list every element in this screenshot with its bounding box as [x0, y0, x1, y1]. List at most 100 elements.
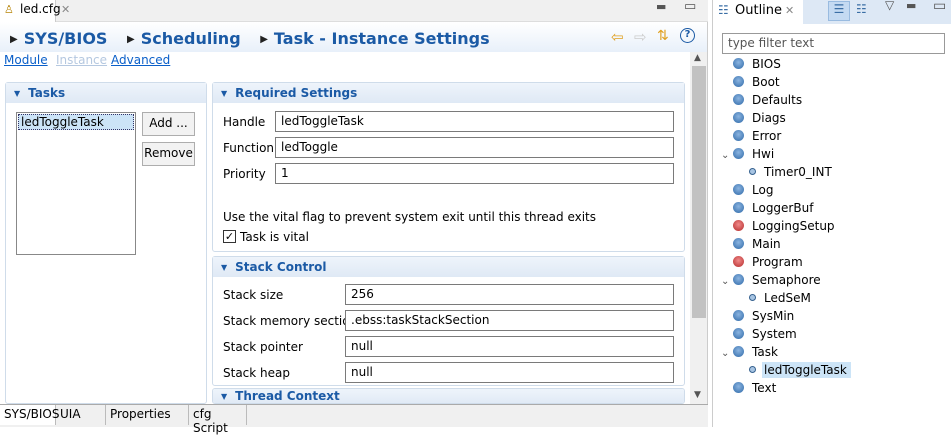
back-icon[interactable]: ⇦ [611, 28, 624, 46]
tab-cfg-script[interactable]: cfg Script [189, 405, 247, 435]
tree-item-label: LoggerBuf [752, 201, 814, 215]
tree-item-label: Timer0_INT [764, 165, 832, 179]
stack-size-label: Stack size [223, 288, 284, 302]
outline-tab[interactable]: ☷ Outline ✕ [713, 0, 803, 24]
tree-item-label: Error [752, 129, 782, 143]
tree-item[interactable]: Defaults [721, 93, 946, 111]
bottom-tabs: SYS/BIOS UIA Properties cfg Script [0, 404, 708, 435]
collapse-icon: ▼ [221, 89, 228, 98]
stack-heap-input[interactable]: null [345, 362, 674, 383]
module-icon [749, 366, 756, 373]
tree-item[interactable]: System [721, 327, 946, 345]
forward-icon[interactable]: ⇨ [634, 28, 647, 46]
tasks-section-header[interactable]: ▼ Tasks [6, 83, 206, 103]
tree-item-label: Task [752, 345, 778, 359]
tab-sysbios[interactable]: SYS/BIOS [0, 405, 59, 425]
sync-icon[interactable]: ⇅ [657, 28, 669, 44]
collapse-icon: ▼ [14, 89, 21, 98]
add-task-button[interactable]: Add ... [142, 112, 195, 136]
tab-uia[interactable]: UIA [56, 405, 106, 425]
expand-chevron-icon[interactable]: ⌄ [721, 150, 733, 161]
module-icon [733, 94, 744, 105]
handle-input[interactable]: ledToggleTask [275, 111, 674, 132]
expand-chevron-icon[interactable]: ⌄ [721, 276, 733, 287]
tree-item[interactable]: Program [721, 255, 946, 273]
close-icon[interactable]: ✕ [785, 4, 794, 17]
module-link[interactable]: Module [4, 53, 48, 67]
section-title: Required Settings [235, 86, 358, 100]
tree-item[interactable]: Main [721, 237, 946, 255]
instance-link[interactable]: Instance [56, 53, 107, 67]
maximize-icon[interactable]: ▭ [684, 0, 696, 14]
module-icon [733, 274, 744, 285]
tree-item[interactable]: ⌄ Semaphore [721, 273, 946, 291]
tree-item[interactable]: Diags [721, 111, 946, 129]
tree-item[interactable]: LoggingSetup [721, 219, 946, 237]
required-settings-header[interactable]: ▼ Required Settings [213, 83, 684, 103]
breadcrumb-sysbios[interactable]: SYS/BIOS [24, 29, 108, 48]
tree-item[interactable]: ⌄ Task [721, 345, 946, 363]
tree-item[interactable]: ⌄ Hwi [721, 147, 946, 165]
tree-item[interactable]: Log [721, 183, 946, 201]
expand-chevron-icon[interactable]: ⌄ [721, 348, 733, 359]
breadcrumb-scheduling[interactable]: Scheduling [141, 29, 241, 48]
remove-task-button[interactable]: Remove [142, 142, 195, 166]
editor-panel: ♙ led.cfg ✕ ▬ ▭ ▶ SYS/BIOS ▶ Scheduling ▶ T… [0, 0, 708, 435]
tree-item-label: Boot [752, 75, 780, 89]
scrollbar-thumb[interactable] [692, 66, 706, 318]
view-menu-icon[interactable]: ▽ [885, 0, 894, 12]
help-icon[interactable]: ? [680, 28, 695, 43]
tree-item[interactable]: ledToggleTask [721, 362, 946, 381]
tree-item[interactable]: Boot [721, 75, 946, 93]
flat-view-icon[interactable]: ☰ [828, 1, 850, 21]
tree-item-label: Semaphore [752, 273, 821, 287]
collapse-icon: ▼ [221, 263, 228, 272]
task-vital-checkbox[interactable]: ✓ [223, 230, 236, 243]
list-item[interactable]: ledToggleTask [18, 114, 134, 130]
advanced-link[interactable]: Advanced [111, 53, 170, 67]
hierarchical-view-icon[interactable]: ☷ [856, 2, 867, 16]
editor-tab-led-cfg[interactable]: ♙ led.cfg [0, 0, 61, 22]
minimize-icon[interactable]: ▬ [656, 0, 666, 13]
scroll-up-icon[interactable]: ▲ [694, 53, 701, 63]
breadcrumb-task-instance[interactable]: Task - Instance Settings [274, 29, 490, 48]
thread-context-section[interactable]: ▼ Thread Context [212, 388, 685, 404]
stack-control-header[interactable]: ▼ Stack Control [213, 257, 684, 277]
module-icon [733, 382, 744, 393]
stack-section-label: Stack memory section [223, 314, 358, 328]
module-icon [749, 168, 756, 175]
tab-properties[interactable]: Properties [106, 405, 189, 425]
module-icon [733, 346, 744, 357]
outline-toolbar: ☰ ☷ ▽ ▬ ▭ [803, 0, 951, 24]
stack-size-input[interactable]: 256 [345, 284, 674, 305]
outline-title: Outline [735, 3, 783, 18]
tree-item[interactable]: Text [721, 381, 946, 399]
tree-item[interactable]: BIOS [721, 57, 946, 75]
tree-item-label: Hwi [752, 147, 775, 161]
scroll-down-icon[interactable]: ▼ [694, 390, 701, 400]
maximize-icon[interactable]: ▭ [933, 0, 946, 14]
close-icon[interactable]: ✕ [61, 3, 70, 16]
tasks-list[interactable]: ledToggleTask [16, 112, 136, 255]
breadcrumb-arrow-icon: ▶ [260, 34, 268, 45]
module-icon [733, 328, 744, 339]
module-icon [733, 202, 744, 213]
outline-icon: ☷ [718, 3, 729, 17]
tree-item-label: Text [752, 381, 777, 395]
filter-input[interactable]: type filter text [722, 33, 945, 54]
tree-item[interactable]: Timer0_INT [721, 165, 946, 183]
module-icon [733, 256, 744, 267]
minimize-icon[interactable]: ▬ [906, 0, 916, 12]
priority-input[interactable]: 1 [275, 163, 674, 184]
module-icon [733, 58, 744, 69]
tree-item[interactable]: LedSeM [721, 291, 946, 309]
tree-item[interactable]: LoggerBuf [721, 201, 946, 219]
stack-pointer-input[interactable]: null [345, 336, 674, 357]
vital-hint: Use the vital flag to prevent system exi… [223, 210, 597, 224]
stack-section-input[interactable]: .ebss:taskStackSection [345, 310, 674, 331]
tree-item-label: LedSeM [764, 291, 811, 305]
tree-item-label: Log [752, 183, 774, 197]
tree-item[interactable]: SysMin [721, 309, 946, 327]
function-input[interactable]: ledToggle [275, 137, 674, 158]
tree-item[interactable]: Error [721, 129, 946, 147]
